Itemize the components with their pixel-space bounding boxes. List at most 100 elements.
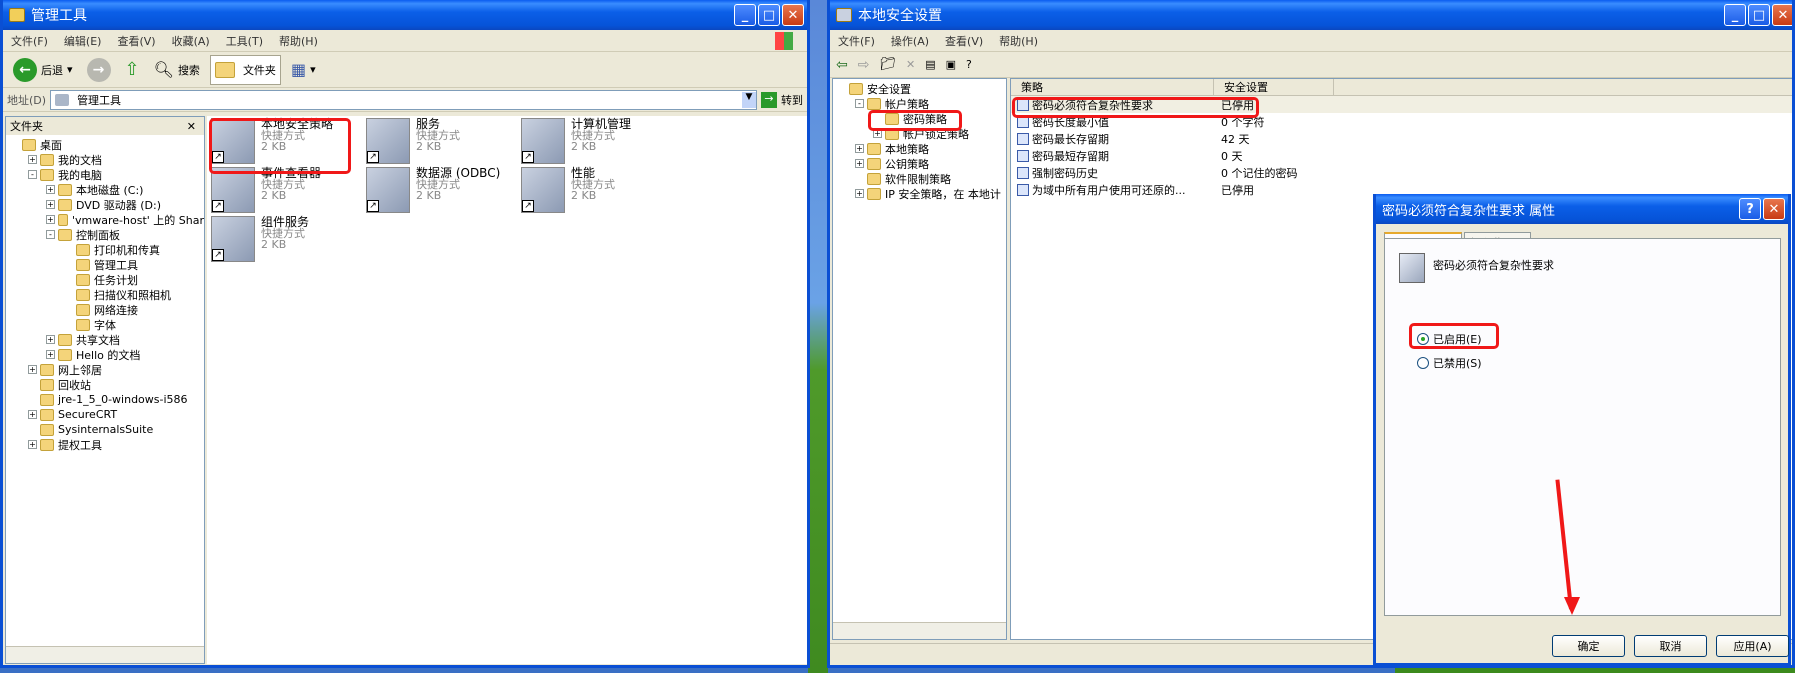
security-title-bar[interactable]: 本地安全设置 _ □ ✕ xyxy=(830,0,1792,30)
export-icon[interactable]: ▣ xyxy=(946,58,956,71)
collapse-icon[interactable]: - xyxy=(46,230,55,239)
tree-item[interactable]: + 本地策略 xyxy=(833,141,1006,156)
folders-button[interactable]: 文件夹 xyxy=(209,54,281,85)
tree-item[interactable]: + 网上邻居 xyxy=(6,362,204,377)
tree-item[interactable]: + Hello 的文档 xyxy=(6,347,204,362)
tree-item[interactable]: - 控制面板 xyxy=(6,227,204,242)
tree-item[interactable]: + 我的文档 xyxy=(6,152,204,167)
tree-item[interactable]: + 公钥策略 xyxy=(833,156,1006,171)
maximize-button[interactable]: □ xyxy=(758,4,780,26)
expand-icon[interactable]: + xyxy=(855,189,864,198)
views-button[interactable]: ▦ ▾ xyxy=(287,55,320,85)
menu-file[interactable]: 文件(F) xyxy=(3,33,56,49)
admin-tool-item[interactable]: ↗ 组件服务 快捷方式 2 KB xyxy=(211,216,309,262)
help-button[interactable]: ? xyxy=(1739,198,1761,220)
horizontal-scrollbar[interactable] xyxy=(833,622,1006,639)
explorer-title-bar[interactable]: 管理工具 _ □ ✕ xyxy=(3,0,807,30)
table-row[interactable]: 密码最长存留期 42 天 xyxy=(1011,130,1792,147)
collapse-icon[interactable]: - xyxy=(28,170,37,179)
cancel-button[interactable]: 取消 xyxy=(1634,635,1707,657)
ok-button[interactable]: 确定 xyxy=(1552,635,1625,657)
menu-help[interactable]: 帮助(H) xyxy=(271,33,326,49)
close-icon[interactable]: ✕ xyxy=(187,120,196,133)
properties-icon[interactable]: ▤ xyxy=(925,58,935,71)
tree-item[interactable]: 软件限制策略 xyxy=(833,171,1006,186)
expand-icon[interactable]: + xyxy=(46,200,55,209)
help-icon[interactable]: ? xyxy=(966,58,972,71)
table-row[interactable]: 密码最短存留期 0 天 xyxy=(1011,147,1792,164)
dropdown-arrow-icon[interactable]: ▾ xyxy=(67,63,73,76)
tree-item[interactable]: jre-1_5_0-windows-i586 xyxy=(6,392,204,407)
expand-icon[interactable]: + xyxy=(28,365,37,374)
menu-tools[interactable]: 工具(T) xyxy=(218,33,271,49)
tree-item[interactable]: - 帐户策略 xyxy=(833,96,1006,111)
close-button[interactable]: ✕ xyxy=(1772,4,1792,26)
delete-icon[interactable]: ✕ xyxy=(906,58,915,71)
tree-item[interactable]: + IP 安全策略，在 本地计 xyxy=(833,186,1006,201)
maximize-button[interactable]: □ xyxy=(1748,4,1770,26)
menu-view[interactable]: 查看(V) xyxy=(937,33,991,49)
expand-icon[interactable]: + xyxy=(855,159,864,168)
tree-item[interactable]: 回收站 xyxy=(6,377,204,392)
admin-tool-item[interactable]: ↗ 性能 快捷方式 2 KB xyxy=(521,167,615,213)
minimize-button[interactable]: _ xyxy=(734,4,756,26)
back-arrow-icon[interactable]: ⇦ xyxy=(836,57,848,73)
close-button[interactable]: ✕ xyxy=(782,4,804,26)
tree-item[interactable]: 字体 xyxy=(6,317,204,332)
admin-tool-item[interactable]: ↗ 计算机管理 快捷方式 2 KB xyxy=(521,118,631,164)
apply-button[interactable]: 应用(A) xyxy=(1716,635,1789,657)
column-setting[interactable]: 安全设置 xyxy=(1214,79,1334,95)
tree-item[interactable]: + 本地磁盘 (C:) xyxy=(6,182,204,197)
admin-tool-item[interactable]: ↗ 数据源 (ODBC) 快捷方式 2 KB xyxy=(366,167,500,213)
expand-icon[interactable]: + xyxy=(46,215,55,224)
up-button[interactable]: ⇧ xyxy=(121,55,144,85)
tree-item[interactable]: + 'vmware-host' 上的 Shar xyxy=(6,212,204,227)
tree-item[interactable]: 扫描仪和照相机 xyxy=(6,287,204,302)
tree-item[interactable]: SysinternalsSuite xyxy=(6,422,204,437)
chevron-down-icon[interactable]: ▼ xyxy=(742,91,756,108)
table-row[interactable]: 强制密码历史 0 个记住的密码 xyxy=(1011,164,1792,181)
disabled-radio[interactable] xyxy=(1417,357,1429,369)
expand-icon[interactable]: + xyxy=(46,350,55,359)
minimize-button[interactable]: _ xyxy=(1724,4,1746,26)
expand-icon[interactable]: + xyxy=(28,440,37,449)
tree-item[interactable]: 打印机和传真 xyxy=(6,242,204,257)
horizontal-scrollbar[interactable] xyxy=(6,646,204,663)
collapse-icon[interactable]: - xyxy=(855,99,864,108)
forward-arrow-icon[interactable]: ⇨ xyxy=(858,57,870,73)
expand-icon[interactable]: + xyxy=(46,335,55,344)
menu-file[interactable]: 文件(F) xyxy=(830,33,883,49)
up-folder-icon[interactable]: 📁︎ xyxy=(879,57,896,72)
go-button[interactable]: 转到 xyxy=(781,92,803,108)
menu-action[interactable]: 操作(A) xyxy=(883,33,937,49)
menu-help[interactable]: 帮助(H) xyxy=(991,33,1046,49)
tree-item[interactable]: + DVD 驱动器 (D:) xyxy=(6,197,204,212)
menu-favorites[interactable]: 收藏(A) xyxy=(164,33,218,49)
tree-item[interactable]: 安全设置 xyxy=(833,81,1006,96)
expand-icon[interactable]: + xyxy=(28,410,37,419)
back-button[interactable]: ← 后退 ▾ xyxy=(9,55,77,85)
search-button[interactable]: 🔍︎ 搜索 xyxy=(150,55,204,85)
tree-item[interactable]: 管理工具 xyxy=(6,257,204,272)
tree-item[interactable]: + 共享文档 xyxy=(6,332,204,347)
expand-icon[interactable]: + xyxy=(46,185,55,194)
menu-edit[interactable]: 编辑(E) xyxy=(56,33,110,49)
tree-item[interactable]: 网络连接 xyxy=(6,302,204,317)
expand-icon xyxy=(64,305,73,314)
go-arrow-icon[interactable]: → xyxy=(761,91,777,108)
tree-item[interactable]: + SecureCRT xyxy=(6,407,204,422)
tree-item[interactable]: 桌面 xyxy=(6,137,204,152)
tree-item[interactable]: - 我的电脑 xyxy=(6,167,204,182)
column-policy[interactable]: 策略 xyxy=(1011,79,1214,95)
tree-item[interactable]: + 提权工具 xyxy=(6,437,204,452)
address-input[interactable]: 管理工具 ▼ xyxy=(50,89,757,110)
expand-icon[interactable]: + xyxy=(855,144,864,153)
dialog-title-bar[interactable]: 密码必须符合复杂性要求 属性 ? ✕ xyxy=(1376,194,1788,224)
menu-view[interactable]: 查看(V) xyxy=(109,33,163,49)
tree-item[interactable]: 任务计划 xyxy=(6,272,204,287)
forward-button[interactable]: → xyxy=(83,55,115,85)
expand-icon[interactable]: + xyxy=(28,155,37,164)
close-button[interactable]: ✕ xyxy=(1763,198,1785,220)
admin-tool-item[interactable]: ↗ 服务 快捷方式 2 KB xyxy=(366,118,460,164)
disabled-option[interactable]: 已禁用(S) xyxy=(1417,355,1482,371)
